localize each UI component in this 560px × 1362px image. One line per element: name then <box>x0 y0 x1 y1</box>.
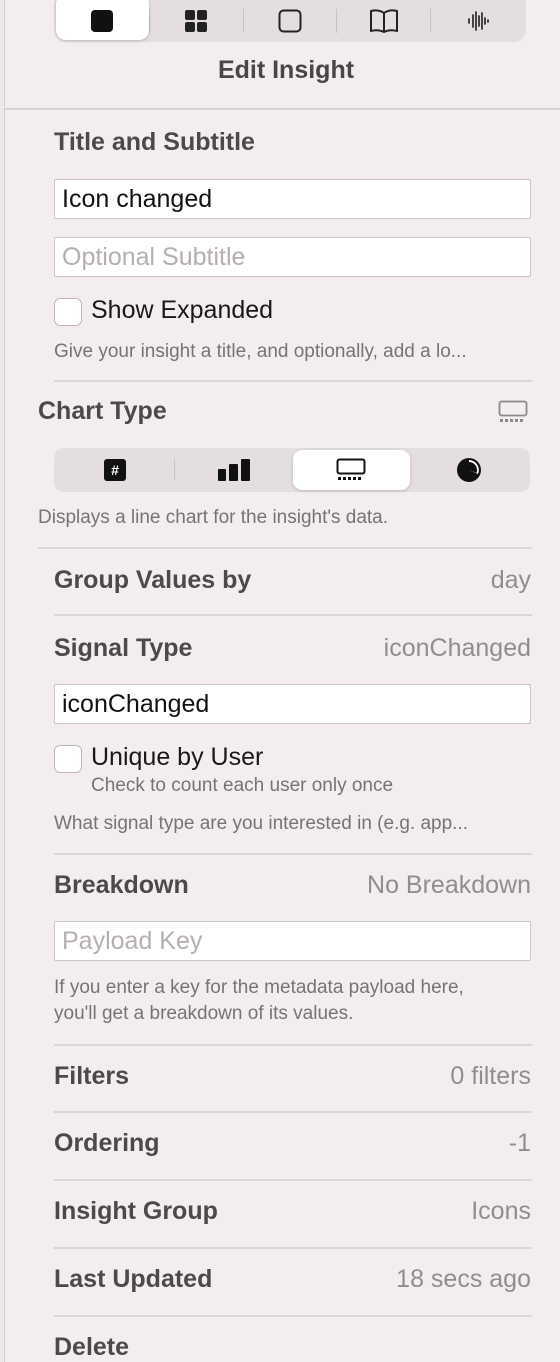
divider <box>38 547 532 549</box>
ordering-label: Ordering <box>54 1129 160 1157</box>
chart-option-number[interactable]: # <box>56 450 174 490</box>
filters-label: Filters <box>54 1062 130 1090</box>
divider <box>54 380 532 382</box>
grid-icon <box>185 10 208 32</box>
ordering-value[interactable]: -1 <box>509 1129 531 1158</box>
window-edge <box>0 0 5 1362</box>
unique-by-user-checkbox[interactable] <box>54 745 82 773</box>
inspector-tab-bar <box>54 0 526 42</box>
divider <box>5 108 560 110</box>
last-updated-label: Last Updated <box>54 1265 213 1293</box>
tab-insight[interactable] <box>56 0 149 40</box>
line-chart-icon <box>498 400 528 422</box>
chart-option-bar[interactable] <box>175 450 293 490</box>
signal-type-help-text: What signal type are you interested in (… <box>54 813 469 834</box>
title-help-text: Give your insight a title, and optionall… <box>54 341 467 362</box>
divider <box>54 1179 532 1181</box>
delete-button[interactable]: Delete <box>54 1333 129 1362</box>
divider <box>54 1044 532 1046</box>
insight-group-picker[interactable]: Icons <box>471 1197 531 1226</box>
section-chart-type: Chart Type <box>38 397 167 425</box>
divider <box>54 1111 532 1113</box>
subtitle-input[interactable]: Optional Subtitle <box>54 237 531 277</box>
breakdown-help-line2: you'll get a breakdown of its values. <box>54 1003 354 1024</box>
last-updated-value: 18 secs ago <box>396 1265 531 1293</box>
divider <box>54 1315 532 1317</box>
tab-grid[interactable] <box>150 0 243 40</box>
unique-by-user-help: Check to count each user only once <box>91 775 394 796</box>
breakdown-picker[interactable]: No Breakdown <box>367 871 531 900</box>
signal-type-picker[interactable]: iconChanged <box>384 634 531 663</box>
chart-type-help-text: Displays a line chart for the insight's … <box>38 507 389 528</box>
pie-chart-icon <box>457 458 482 482</box>
square-filled-icon <box>91 10 114 32</box>
number-icon: # <box>103 459 126 481</box>
group-values-label: Group Values by <box>54 566 252 594</box>
book-icon <box>369 9 398 33</box>
tab-waveform[interactable] <box>431 0 524 40</box>
tab-book[interactable] <box>337 0 430 40</box>
chart-option-line[interactable] <box>292 450 411 490</box>
chart-type-picker: # <box>54 448 530 492</box>
square-outline-icon <box>278 9 302 33</box>
breakdown-label: Breakdown <box>54 871 189 899</box>
group-values-picker[interactable]: day <box>491 566 531 595</box>
show-expanded-label: Show Expanded <box>91 296 274 324</box>
payload-key-input[interactable]: Payload Key <box>54 921 531 961</box>
panel-title: Edit Insight <box>217 56 355 84</box>
divider <box>54 614 532 616</box>
unique-by-user-label: Unique by User <box>91 743 264 771</box>
breakdown-help-line1: If you enter a key for the metadata payl… <box>54 977 464 998</box>
insight-group-label: Insight Group <box>54 1197 218 1225</box>
show-expanded-checkbox[interactable] <box>54 298 82 326</box>
line-chart-icon <box>336 458 366 480</box>
signal-type-input[interactable]: iconChanged <box>54 684 531 724</box>
divider <box>54 1247 532 1249</box>
waveform-icon <box>467 11 489 31</box>
svg-text:#: # <box>111 462 119 478</box>
chart-option-pie[interactable] <box>410 450 528 490</box>
section-title-and-subtitle: Title and Subtitle <box>54 128 255 156</box>
title-input[interactable]: Icon changed <box>54 179 531 219</box>
divider <box>54 853 532 855</box>
filters-value[interactable]: 0 filters <box>450 1062 531 1091</box>
signal-type-label: Signal Type <box>54 634 193 662</box>
bar-chart-icon <box>217 459 250 481</box>
tab-square[interactable] <box>244 0 337 40</box>
